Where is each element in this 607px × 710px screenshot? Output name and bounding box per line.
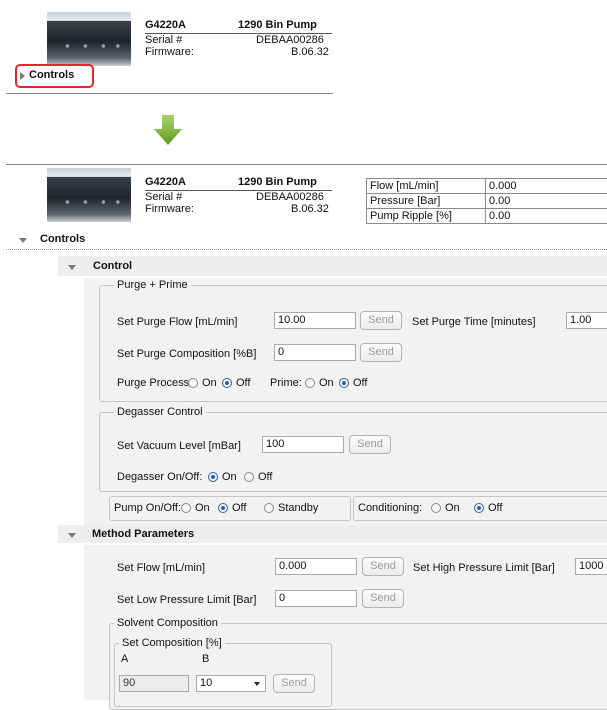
control-section-title: Control <box>93 260 132 272</box>
purge-composition-input[interactable]: 0 <box>274 344 356 361</box>
high-pressure-input[interactable]: 1000 <box>575 558 607 575</box>
high-pressure-label: Set High Pressure Limit [Bar] <box>413 562 555 574</box>
method-section-title: Method Parameters <box>92 528 194 540</box>
purge-off-radio[interactable] <box>222 378 232 388</box>
pump-off-label: Off <box>232 502 246 514</box>
set-flow-label: Set Flow [mL/min] <box>117 562 205 574</box>
status-label: Pump Ripple [%] <box>367 209 486 224</box>
pump-on-label: On <box>195 502 210 514</box>
control-section-header[interactable] <box>58 256 607 276</box>
send-button[interactable]: Send <box>360 343 402 362</box>
column-a-label: A <box>121 653 128 665</box>
serial-label: Serial # <box>145 191 182 203</box>
pump-off-radio[interactable] <box>218 503 228 513</box>
arrow-down-icon <box>152 115 184 147</box>
purge-composition-label: Set Purge Composition [%B] <box>117 348 256 360</box>
vacuum-level-label: Set Vacuum Level [mBar] <box>117 440 241 452</box>
module-name: 1290 Bin Pump <box>238 19 317 31</box>
purge-on-radio[interactable] <box>188 378 198 388</box>
status-row-ripple: Pump Ripple [%] 0.00 <box>367 209 607 224</box>
conditioning-label: Conditioning: <box>358 502 422 514</box>
model-label: G4220A <box>145 19 186 31</box>
low-pressure-input[interactable]: 0 <box>275 590 357 607</box>
purge-prime-legend: Purge + Prime <box>114 279 191 291</box>
purge-off-label: Off <box>236 377 250 389</box>
conditioning-off-radio[interactable] <box>474 503 484 513</box>
purge-process-label: Purge Process: <box>117 377 192 389</box>
pump-onoff-label: Pump On/Off: <box>114 502 181 514</box>
card-divider <box>6 93 333 94</box>
degasser-off-label: Off <box>258 471 272 483</box>
firmware-value: B.06.32 <box>291 203 329 215</box>
set-flow-input[interactable]: 0.000 <box>275 558 357 575</box>
composition-a-field: 90 <box>119 675 189 692</box>
conditioning-on-radio[interactable] <box>431 503 441 513</box>
degasser-on-radio[interactable] <box>208 472 218 482</box>
set-composition-legend: Set Composition [%] <box>119 637 225 649</box>
chevron-down-icon[interactable] <box>254 682 260 686</box>
firmware-label: Firmware: <box>145 46 194 58</box>
pump-standby-label: Standby <box>278 502 318 514</box>
expand-arrow-icon[interactable] <box>20 72 25 80</box>
top-border <box>6 164 607 165</box>
purge-time-input[interactable]: 1.00 <box>566 312 607 329</box>
pump-on-radio[interactable] <box>181 503 191 513</box>
collapse-arrow-icon[interactable] <box>68 533 76 538</box>
purge-time-label: Set Purge Time [minutes] <box>412 316 536 328</box>
controls-toggle[interactable]: Controls <box>40 233 85 245</box>
send-button[interactable]: Send <box>362 557 404 576</box>
pump-image <box>47 12 131 66</box>
purge-flow-input[interactable]: 10.00 <box>274 312 356 329</box>
send-button[interactable]: Send <box>273 674 315 693</box>
pump-image <box>47 168 131 222</box>
prime-off-radio[interactable] <box>339 378 349 388</box>
prime-off-label: Off <box>353 377 367 389</box>
prime-on-label: On <box>319 377 334 389</box>
pump-standby-radio[interactable] <box>264 503 274 513</box>
degasser-legend: Degasser Control <box>114 406 206 418</box>
vacuum-level-input[interactable]: 100 <box>262 436 344 453</box>
column-b-label: B <box>202 653 209 665</box>
send-button[interactable]: Send <box>362 589 404 608</box>
model-label: G4220A <box>145 176 186 188</box>
low-pressure-label: Set Low Pressure Limit [Bar] <box>117 594 256 606</box>
status-label: Pressure [Bar] <box>367 194 486 209</box>
prime-label: Prime: <box>270 377 302 389</box>
collapse-arrow-icon[interactable] <box>19 238 27 243</box>
serial-value: DEBAA00286 <box>256 191 324 203</box>
status-label: Flow [mL/min] <box>367 179 486 194</box>
status-row-pressure: Pressure [Bar] 0.00 <box>367 194 607 209</box>
purge-flow-label: Set Purge Flow [mL/min] <box>117 316 237 328</box>
firmware-label: Firmware: <box>145 203 194 215</box>
serial-value: DEBAA00286 <box>256 34 324 46</box>
send-button[interactable]: Send <box>349 435 391 454</box>
status-value: 0.00 <box>486 194 607 209</box>
purge-on-label: On <box>202 377 217 389</box>
separator <box>6 249 607 250</box>
degasser-off-radio[interactable] <box>244 472 254 482</box>
controls-toggle[interactable]: Controls <box>29 69 74 81</box>
conditioning-off-label: Off <box>488 502 502 514</box>
degasser-on-label: On <box>222 471 237 483</box>
degasser-onoff-label: Degasser On/Off: <box>117 471 202 483</box>
send-button[interactable]: Send <box>360 311 402 330</box>
prime-on-radio[interactable] <box>305 378 315 388</box>
status-value: 0.000 <box>486 179 607 194</box>
collapse-arrow-icon[interactable] <box>68 265 76 270</box>
solvent-composition-legend: Solvent Composition <box>114 617 221 629</box>
status-table: Flow [mL/min] 0.000 Pressure [Bar] 0.00 … <box>366 178 607 224</box>
serial-label: Serial # <box>145 34 182 46</box>
status-value: 0.00 <box>486 209 607 224</box>
firmware-value: B.06.32 <box>291 46 329 58</box>
module-name: 1290 Bin Pump <box>238 176 317 188</box>
status-row-flow: Flow [mL/min] 0.000 <box>367 179 607 194</box>
conditioning-on-label: On <box>445 502 460 514</box>
